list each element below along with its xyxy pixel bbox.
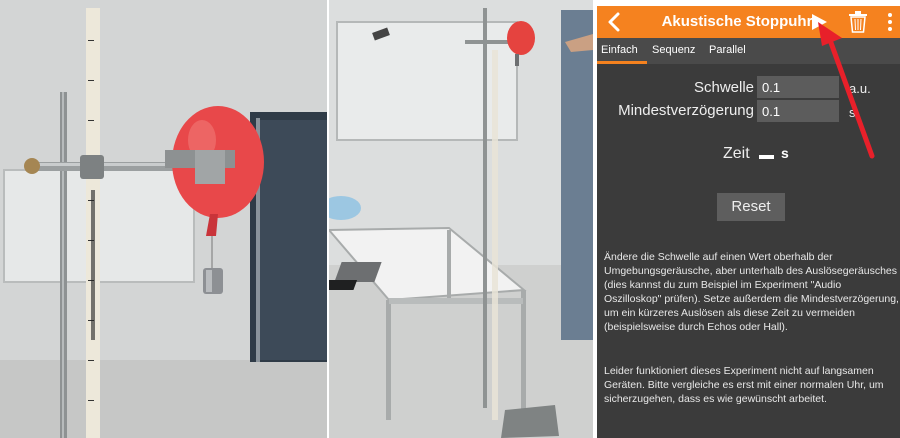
reset-button[interactable]: Reset (717, 193, 785, 221)
help-text-paragraph-1: Ändere die Schwelle auf einen Wert oberh… (604, 251, 899, 333)
min-delay-input[interactable] (757, 100, 839, 122)
active-tab-indicator (597, 61, 647, 64)
tab-einfach[interactable]: Einfach (601, 44, 638, 56)
chevron-left-icon[interactable] (603, 10, 627, 34)
tab-parallel[interactable]: Parallel (709, 44, 746, 56)
min-delay-unit: s (849, 105, 856, 120)
time-value-placeholder (759, 155, 774, 159)
phone-screen: Akustische Stoppuhr Einfach Sequenz Para… (597, 6, 900, 438)
time-label: Zeit (723, 145, 750, 162)
tab-sequenz[interactable]: Sequenz (652, 44, 695, 56)
trash-icon[interactable] (848, 11, 868, 33)
play-icon[interactable] (809, 12, 829, 32)
app-bar: Akustische Stoppuhr (597, 6, 900, 38)
threshold-input[interactable] (757, 76, 839, 98)
help-text-paragraph-2: Leider funktioniert dieses Experiment ni… (604, 365, 884, 405)
min-delay-label: Mindestverzögerung (618, 102, 754, 119)
threshold-label: Schwelle (693, 79, 754, 96)
time-unit: s (781, 145, 789, 161)
tab-bar: Einfach Sequenz Parallel (597, 38, 900, 64)
photo-experiment-setup (329, 0, 593, 438)
photo-balloon-closeup (0, 0, 327, 438)
app-title: Akustische Stoppuhr (661, 13, 813, 30)
threshold-unit: a.u. (849, 81, 871, 96)
more-vert-icon[interactable] (886, 12, 894, 32)
